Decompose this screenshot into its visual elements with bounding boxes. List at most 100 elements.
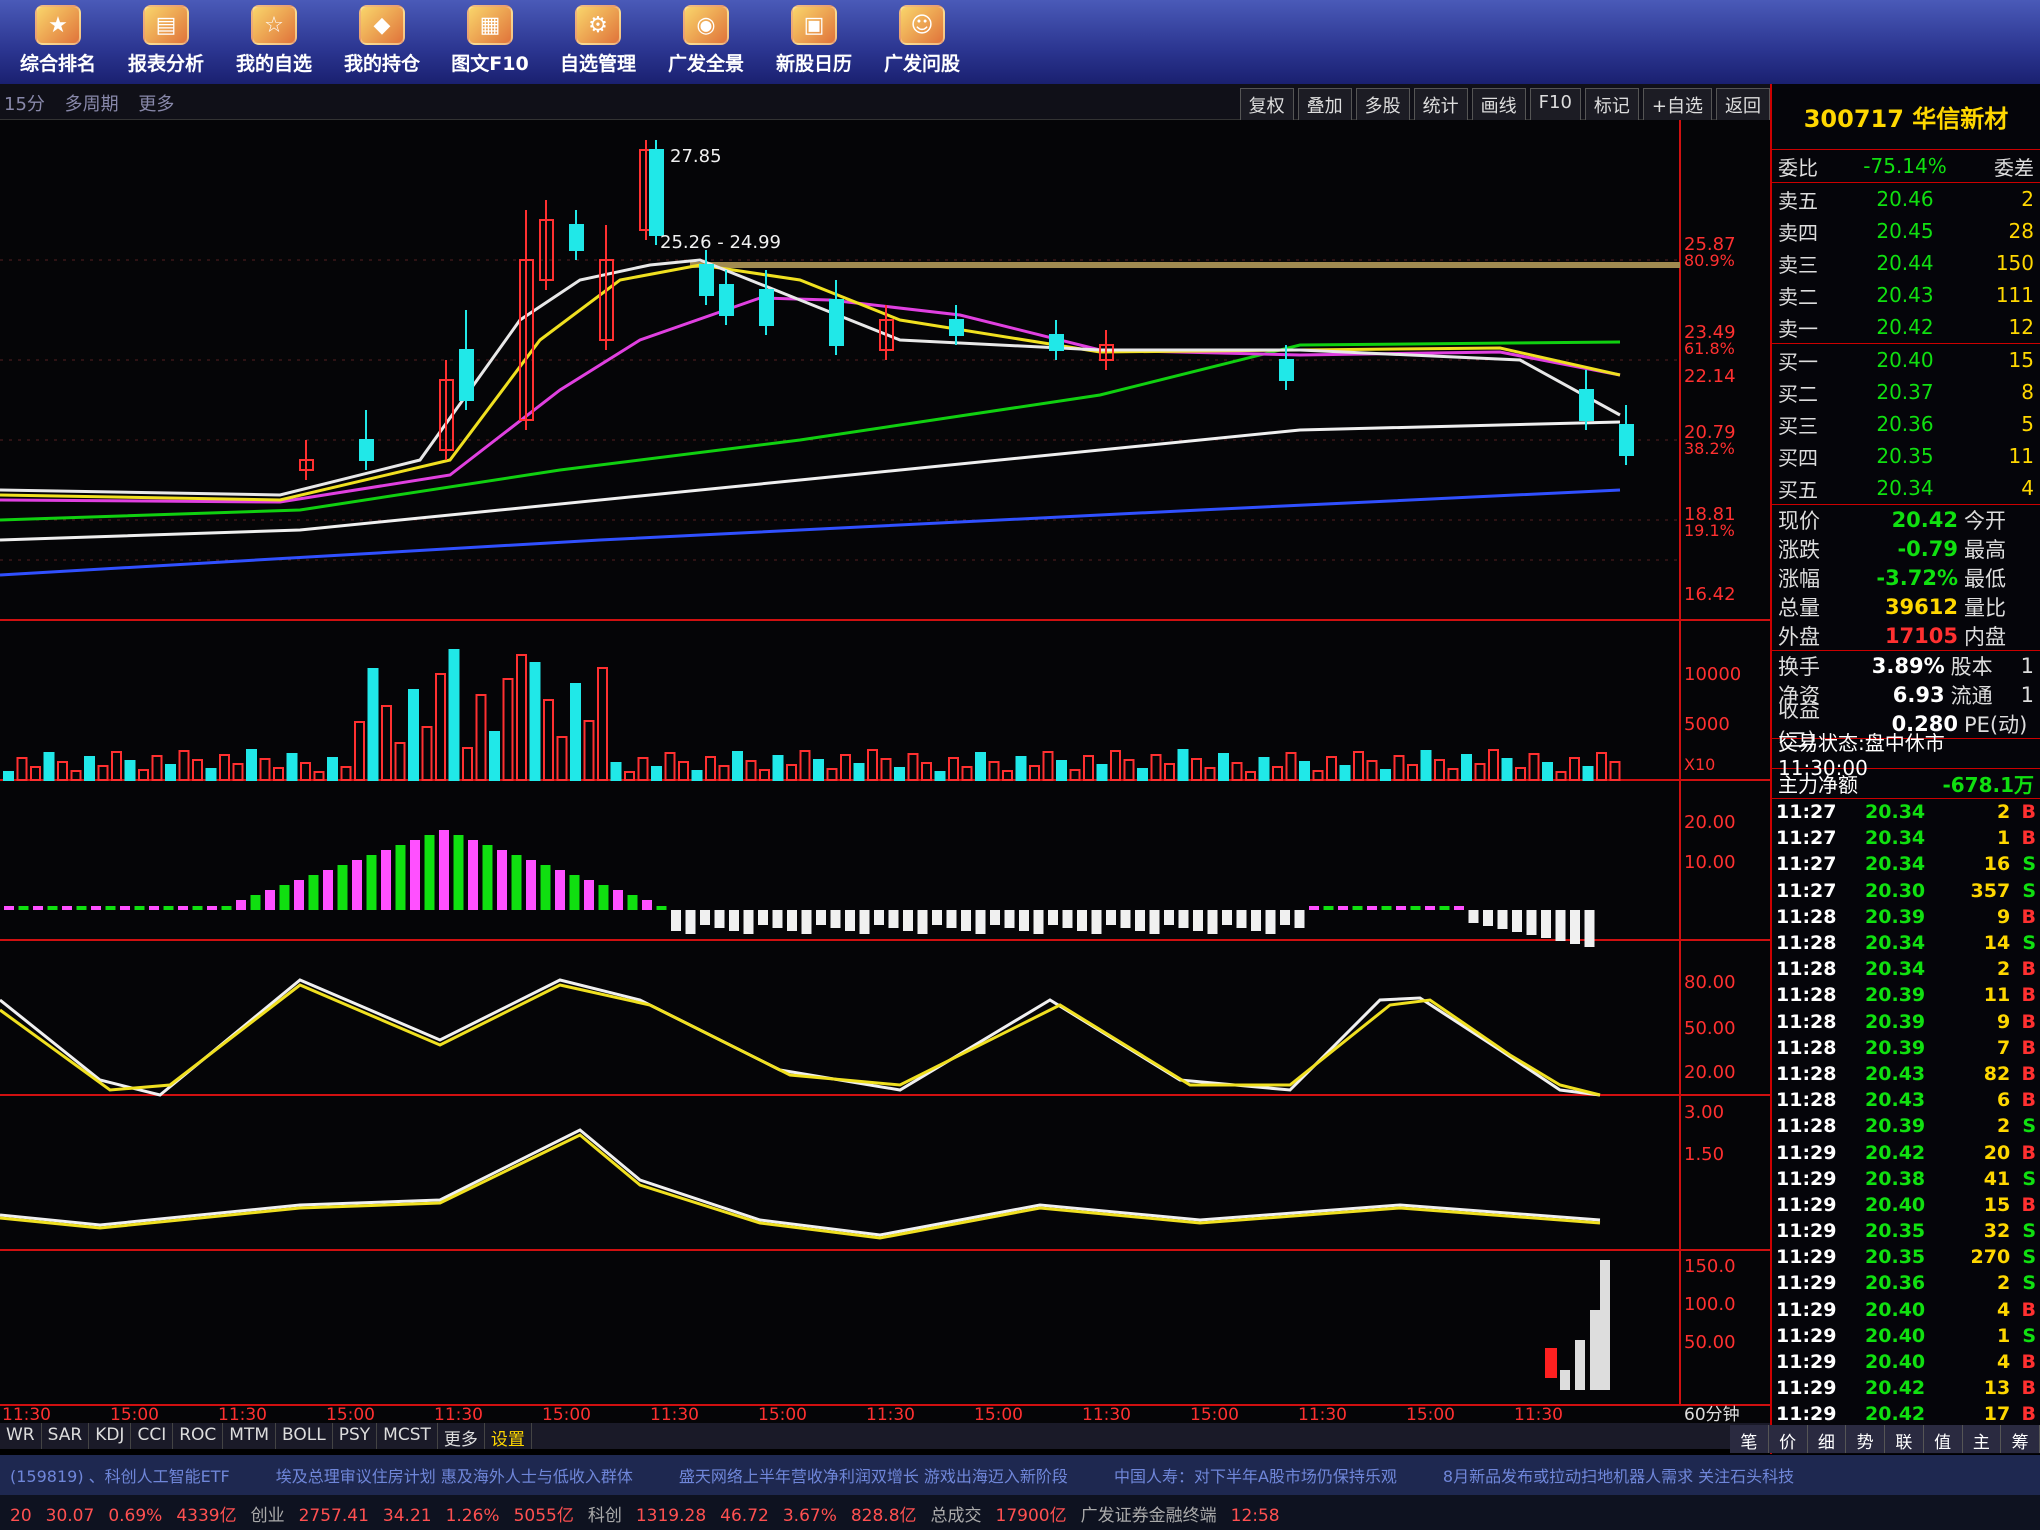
indicator-tab-roc[interactable]: ROC xyxy=(173,1423,224,1449)
menu-tab-0[interactable]: 复权 xyxy=(1239,88,1294,122)
macd-bar xyxy=(1062,910,1073,928)
volume-bar xyxy=(1218,753,1229,781)
asks-volume: 2 xyxy=(2021,187,2034,211)
volume-bar xyxy=(421,726,433,781)
tick-volume: 20 xyxy=(1983,1141,2011,1164)
tick-price: 20.39 xyxy=(1865,1036,1926,1059)
volume-bar xyxy=(84,756,95,781)
indicator-tab-kdj[interactable]: KDJ xyxy=(89,1423,132,1449)
manage-icon: ⚙ xyxy=(575,5,621,45)
menu-tab-5[interactable]: F10 xyxy=(1529,88,1581,122)
volume-bar xyxy=(772,755,784,781)
indicator-tab-更多[interactable]: 更多 xyxy=(438,1423,485,1450)
fund-label2: 流通 xyxy=(1950,683,1993,708)
volume-bar xyxy=(367,668,379,781)
bids-label: 买五 xyxy=(1778,477,1818,502)
ticker-item[interactable]: 中国人寿：对下半年A股市场仍保持乐观 xyxy=(1114,1467,1397,1486)
tick-time: 11:28 xyxy=(1776,1062,1837,1085)
toolbar-button-3[interactable]: ◆ 我的持仓 xyxy=(328,0,436,84)
kdj-axis-label: 20.00 xyxy=(1684,1062,1736,1083)
menu-tab-8[interactable]: 返回 xyxy=(1716,88,1770,122)
right-tab-1[interactable]: 价 xyxy=(1769,1425,1808,1453)
ind3-axis-label: 1.50 xyxy=(1684,1144,1724,1165)
ask-book: 卖五 20.46 2 卖四 20.45 28 卖三 20.44 150 卖二 20.43 111 卖一 2… xyxy=(1772,182,2040,343)
tick-price: 20.35 xyxy=(1865,1220,1926,1243)
kline-chart-area[interactable]: 25.87 80.9% 23.49 61.8% 22.14 20.79 38.2% 18.81… xyxy=(0,120,1770,1425)
toolbar-button-5[interactable]: ⚙ 自选管理 xyxy=(544,0,652,84)
menu-tab-2[interactable]: 多股 xyxy=(1355,88,1410,122)
right-tab-7[interactable]: 筹 xyxy=(2001,1425,2040,1453)
volume-bar xyxy=(948,757,959,781)
toolbar-button-0[interactable]: ★ 综合排名 xyxy=(4,0,112,84)
volume-bar xyxy=(1056,760,1067,781)
macd-bar xyxy=(1367,906,1377,910)
time-axis-label: 11:30 xyxy=(218,1405,267,1425)
toolbar-button-2[interactable]: ☆ 我的自选 xyxy=(220,0,328,84)
macd-bar xyxy=(163,906,174,910)
volume-bar xyxy=(1569,757,1580,781)
right-tab-2[interactable]: 细 xyxy=(1808,1425,1847,1453)
macd-bar xyxy=(1468,910,1479,923)
indicator-tab-boll[interactable]: BOLL xyxy=(276,1423,333,1449)
macd-bar xyxy=(1410,906,1421,910)
tick-price: 20.34 xyxy=(1865,827,1926,850)
indicator-tab-wr[interactable]: WR xyxy=(0,1423,42,1449)
toolbar-button-8[interactable]: ☺ 广发问股 xyxy=(868,0,976,84)
asks-row: 卖二 20.43 111 xyxy=(1772,279,2040,311)
time-axis-label: 11:30 xyxy=(2,1405,51,1425)
menu-tab-4[interactable]: 画线 xyxy=(1471,88,1526,122)
right-tab-6[interactable]: 主 xyxy=(1963,1425,2002,1453)
menu-tab-7[interactable]: +自选 xyxy=(1642,88,1712,122)
macd-bar xyxy=(120,906,130,910)
tick-volume: 4 xyxy=(1996,1351,2011,1374)
indicator-tab-mcst[interactable]: MCST xyxy=(377,1423,438,1449)
menu-tab-1[interactable]: 叠加 xyxy=(1297,88,1352,122)
volume-bar xyxy=(165,764,176,781)
tick-time: 11:28 xyxy=(1776,1115,1837,1138)
right-tab-5[interactable]: 值 xyxy=(1924,1425,1963,1453)
toolbar-button-7[interactable]: ▣ 新股日历 xyxy=(760,0,868,84)
quote-row: 涨幅 -3.72% 最低 xyxy=(1772,563,2040,592)
ind4-axis-label: 100.0 xyxy=(1684,1294,1736,1315)
ticker-item[interactable]: (159819) 、科创人工智能ETF xyxy=(10,1467,230,1486)
tick-row: 11:27 20.34 2 B xyxy=(1772,799,2040,825)
tick-price: 20.43 xyxy=(1865,1089,1926,1112)
right-tab-0[interactable]: 笔 xyxy=(1730,1425,1769,1453)
ticker-item[interactable]: 盛天网络上半年营收净利润双增长 游戏出海迈入新阶段 xyxy=(679,1467,1068,1486)
indicator-tab-cci[interactable]: CCI xyxy=(131,1423,174,1449)
macd-bar xyxy=(569,875,580,910)
bids-label: 买一 xyxy=(1778,349,1818,374)
panorama-icon: ◉ xyxy=(683,5,729,45)
toolbar-button-1[interactable]: ▤ 报表分析 xyxy=(112,0,220,84)
menu-tab-3[interactable]: 统计 xyxy=(1413,88,1468,122)
kline-chart-svg[interactable]: 25.8780.9%23.4961.8%22.1420.7938.2%18.81… xyxy=(0,120,1770,1425)
indicator-tab-mtm[interactable]: MTM xyxy=(223,1423,277,1449)
toolbar-button-4[interactable]: ▦ 图文F10 xyxy=(436,0,544,84)
multi-period-button[interactable]: 多周期 xyxy=(65,94,119,115)
more-button[interactable]: 更多 xyxy=(138,94,174,115)
volume-bar xyxy=(408,689,419,781)
macd-bar xyxy=(584,880,594,910)
candle-body xyxy=(569,224,584,251)
ticker-item[interactable]: 8月新品发布或拉动扫地机器人需求 关注石头科技 xyxy=(1443,1467,1794,1486)
tick-volume: 9 xyxy=(1996,905,2011,928)
macd-bar xyxy=(1584,910,1595,947)
indicator-tab-psy[interactable]: PSY xyxy=(333,1423,378,1449)
indicator-tab-设置[interactable]: 设置 xyxy=(485,1423,532,1450)
tick-list[interactable]: 11:27 20.34 2 B 11:27 20.34 1 B 11:27 20.34 16 S 11:… xyxy=(1772,798,2040,1428)
tick-volume: 2 xyxy=(1996,801,2011,824)
status-item: 总成交 xyxy=(930,1506,982,1526)
tick-side: B xyxy=(2021,1062,2036,1085)
indicator-tab-sar[interactable]: SAR xyxy=(42,1423,90,1449)
right-tab-3[interactable]: 势 xyxy=(1846,1425,1885,1453)
ticker-item[interactable]: 埃及总理审议住房计划 惠及海外人士与低收入群体 xyxy=(276,1467,633,1486)
toolbar-button-6[interactable]: ◉ 广发全景 xyxy=(652,0,760,84)
right-tab-4[interactable]: 联 xyxy=(1885,1425,1924,1453)
period-15min[interactable]: 15分 xyxy=(4,94,45,115)
tick-row: 11:28 20.39 2 S xyxy=(1772,1113,2040,1139)
asks-volume: 111 xyxy=(1995,283,2034,307)
macd-bar xyxy=(1454,906,1464,910)
status-item: 12:58 xyxy=(1230,1506,1280,1526)
menu-tab-6[interactable]: 标记 xyxy=(1584,88,1639,122)
bids-volume: 4 xyxy=(2021,476,2034,500)
